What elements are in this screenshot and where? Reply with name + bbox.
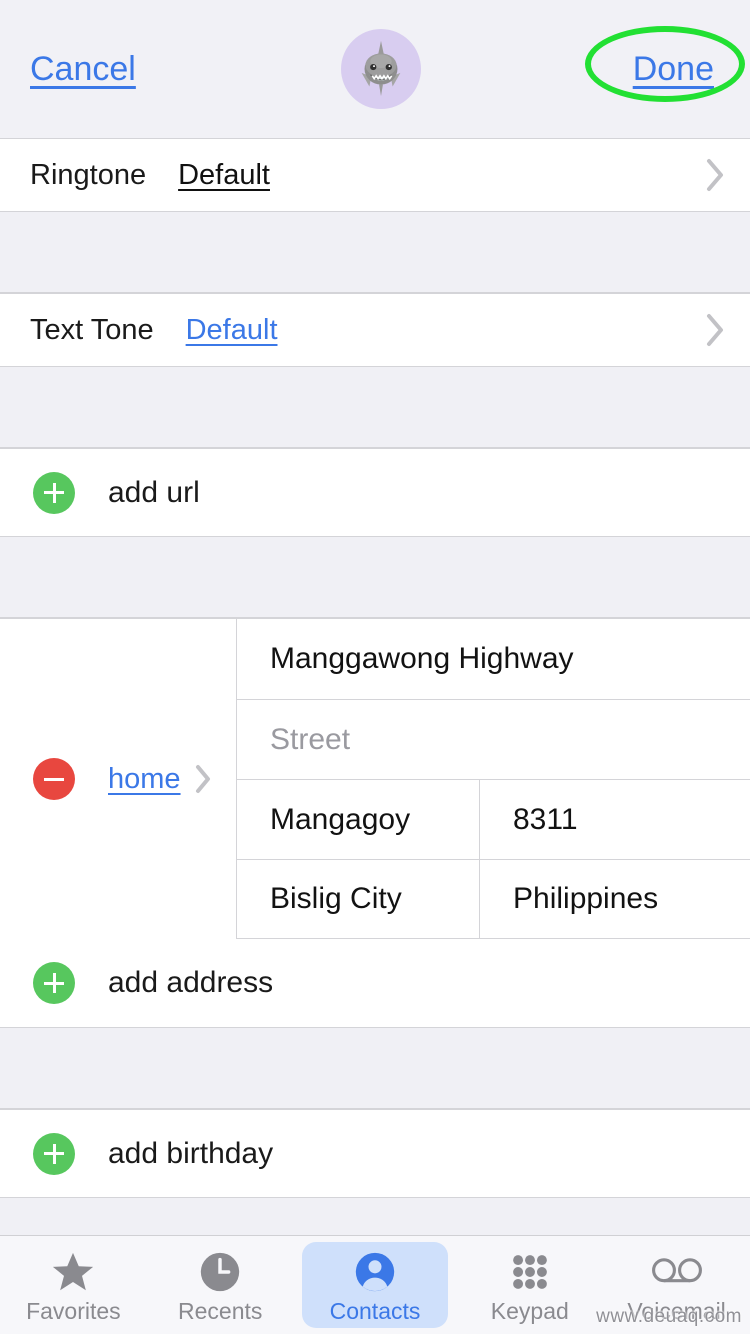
address-line-street1: Manggawong Highway <box>237 619 750 699</box>
bottom-tab-bar: Favorites Recents Contacts Keypad Voicem… <box>0 1235 750 1334</box>
address-type-group: home <box>0 619 236 939</box>
chevron-right-icon <box>706 313 726 347</box>
tab-label: Voicemail <box>627 1297 726 1324</box>
keypad-grid-icon <box>508 1248 552 1296</box>
done-button-group: Done <box>584 25 745 102</box>
tab-label: Favorites <box>26 1297 121 1324</box>
street2-input[interactable]: Street <box>237 700 750 779</box>
star-icon <box>50 1248 96 1296</box>
section-gap-3 <box>0 537 750 618</box>
tab-favorites[interactable]: Favorites <box>0 1236 147 1334</box>
add-address-label: add address <box>108 966 274 999</box>
add-birthday-row[interactable]: add birthday <box>0 1109 750 1198</box>
chevron-right-icon[interactable] <box>195 764 213 794</box>
state-input[interactable]: Bislig City <box>237 860 479 938</box>
zip-input[interactable]: 8311 <box>479 780 750 859</box>
ringtone-label: Ringtone <box>30 158 147 191</box>
text-tone-row[interactable]: Text Tone Default <box>0 293 750 367</box>
voicemail-icon <box>651 1248 703 1296</box>
street1-input[interactable]: Manggawong Highway <box>237 619 750 699</box>
clock-icon <box>197 1248 243 1296</box>
navigation-bar: Cancel Done <box>0 0 750 138</box>
tab-label: Contacts <box>329 1297 421 1324</box>
tab-voicemail[interactable]: Voicemail <box>603 1236 750 1334</box>
country-input[interactable]: Philippines <box>479 860 750 938</box>
tab-recents[interactable]: Recents <box>147 1236 294 1334</box>
shark-icon <box>361 40 401 97</box>
address-line-city-zip: Mangagoy 8311 <box>237 779 750 859</box>
tab-keypad[interactable]: Keypad <box>456 1236 603 1334</box>
minus-circle-icon[interactable] <box>33 758 75 800</box>
cancel-button[interactable]: Cancel <box>30 50 136 89</box>
add-url-label: add url <box>108 475 200 509</box>
address-field-grid: Manggawong Highway Street Mangagoy 8311 … <box>236 619 750 939</box>
text-tone-value[interactable]: Default <box>186 314 278 347</box>
plus-circle-icon[interactable] <box>33 962 75 1004</box>
tab-label: Recents <box>178 1297 263 1324</box>
section-gap-4 <box>0 1028 750 1109</box>
add-birthday-label: add birthday <box>108 1136 274 1170</box>
tab-label: Keypad <box>490 1297 569 1324</box>
ringtone-row[interactable]: Ringtone Default <box>0 138 750 212</box>
address-entry-row: home Manggawong Highway Street Mangagoy … <box>0 618 750 939</box>
add-address-row[interactable]: add address <box>0 939 750 1028</box>
plus-circle-icon[interactable] <box>33 1132 75 1175</box>
address-line-state-country: Bislig City Philippines <box>237 859 750 939</box>
section-gap-1 <box>0 212 750 293</box>
address-line-street2: Street <box>237 699 750 779</box>
done-button[interactable]: Done <box>633 50 714 89</box>
plus-circle-icon[interactable] <box>33 471 75 514</box>
ringtone-value[interactable]: Default <box>178 159 270 192</box>
add-url-row[interactable]: add url <box>0 448 750 537</box>
contact-avatar[interactable] <box>341 29 422 109</box>
text-tone-label: Text Tone <box>30 313 154 346</box>
section-gap-2 <box>0 367 750 448</box>
chevron-right-icon <box>706 158 726 192</box>
tab-contacts[interactable]: Contacts <box>301 1242 449 1328</box>
edit-contact-screen: Cancel Done Ringtone Default Text Tone D… <box>0 0 750 1334</box>
city-input[interactable]: Mangagoy <box>237 780 479 859</box>
person-circle-icon <box>352 1248 398 1296</box>
address-type-label[interactable]: home <box>108 763 181 796</box>
contact-fields-list: Ringtone Default Text Tone Default add u… <box>0 138 750 1235</box>
